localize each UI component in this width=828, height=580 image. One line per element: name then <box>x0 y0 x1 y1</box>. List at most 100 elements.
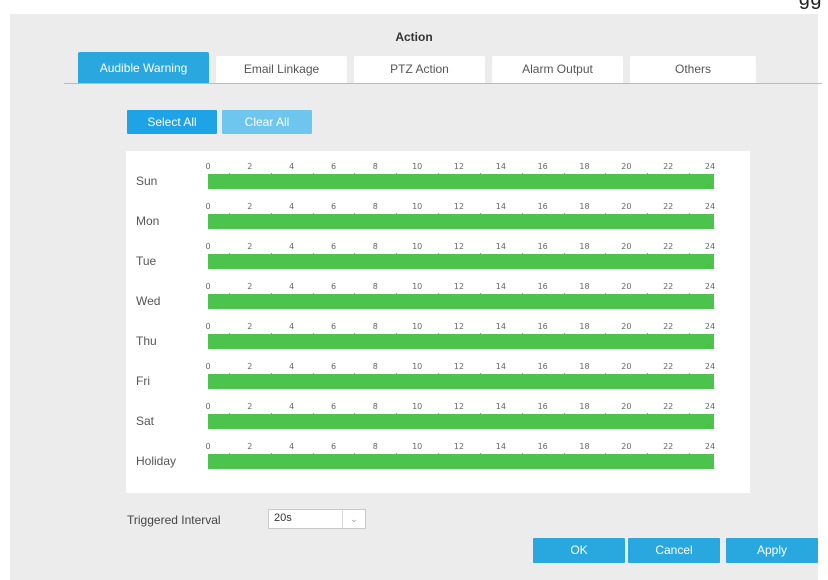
hour-tick-label: 4 <box>289 362 295 371</box>
schedule-bar[interactable] <box>208 454 714 469</box>
hour-tick-label: 18 <box>579 162 590 171</box>
hour-tick-label: 18 <box>579 442 590 451</box>
hour-tick-label: 24 <box>704 242 716 251</box>
cancel-button[interactable]: Cancel <box>628 538 720 563</box>
hour-tick-label: 20 <box>621 162 632 171</box>
schedule-row-sat: Sat 0 2 4 6 8 10 12 14 16 18 20 22 24 <box>126 391 750 431</box>
schedule-bar[interactable] <box>208 254 714 269</box>
schedule-bar[interactable] <box>208 174 714 189</box>
hour-tick-label: 14 <box>495 282 506 291</box>
tab-ptz-action[interactable]: PTZ Action <box>354 56 485 83</box>
hour-tick-label: 24 <box>704 202 716 211</box>
hour-tick-label: 20 <box>621 322 632 331</box>
hour-tick-label: 22 <box>663 442 674 451</box>
hour-tick-label: 4 <box>289 322 295 331</box>
day-label: Holiday <box>136 454 177 468</box>
hour-tick-label: 14 <box>495 162 506 171</box>
hour-tick-label: 2 <box>247 242 253 251</box>
hour-tick-label: 12 <box>453 282 465 291</box>
schedule-bar[interactable] <box>208 294 714 309</box>
day-label: Thu <box>136 334 157 348</box>
day-label: Sat <box>136 414 155 428</box>
hour-tick-label: 4 <box>289 202 295 211</box>
hour-tick-label: 24 <box>704 322 716 331</box>
schedule-row-tue: Tue 0 2 4 6 8 10 12 14 16 18 20 22 24 <box>126 231 750 271</box>
apply-button[interactable]: Apply <box>726 538 818 563</box>
hour-tick-label: 16 <box>537 402 548 411</box>
schedule-bar[interactable] <box>208 214 714 229</box>
hour-tick-label: 12 <box>453 322 465 331</box>
hour-tick-label: 2 <box>247 442 253 451</box>
hour-tick-label: 22 <box>663 162 674 171</box>
hour-tick-label: 20 <box>621 402 632 411</box>
ok-button[interactable]: OK <box>533 538 625 563</box>
hour-tick-label: 24 <box>704 362 716 371</box>
hour-tick-label: 2 <box>247 402 253 411</box>
schedule-bar[interactable] <box>208 334 714 349</box>
chevron-down-icon[interactable]: ⌄ <box>342 510 365 528</box>
hour-tick-label: 6 <box>330 162 337 171</box>
hour-axis: 0 2 4 6 8 10 12 14 16 18 20 22 24 <box>205 202 716 215</box>
schedule-row-wed: Wed 0 2 4 6 8 10 12 14 16 18 20 22 24 <box>126 271 750 311</box>
hour-tick-label: 4 <box>289 242 295 251</box>
day-label: Sun <box>136 174 158 188</box>
hour-tick-label: 10 <box>412 402 423 411</box>
hour-tick-label: 6 <box>330 282 337 291</box>
clipped-heading-text: gg <box>799 0 822 11</box>
day-label: Mon <box>136 214 160 228</box>
hour-tick-label: 16 <box>537 242 548 251</box>
tab-email-linkage[interactable]: Email Linkage <box>216 56 347 83</box>
hour-tick-label: 24 <box>704 162 716 171</box>
hour-tick-label: 0 <box>205 402 211 411</box>
schedule-row-thu: Thu 0 2 4 6 8 10 12 14 16 18 20 22 24 <box>126 311 750 351</box>
hour-tick-label: 0 <box>205 322 211 331</box>
hour-tick-label: 6 <box>330 202 337 211</box>
hour-tick-label: 8 <box>372 322 378 331</box>
hour-axis: 0 2 4 6 8 10 12 14 16 18 20 22 24 <box>205 442 715 455</box>
day-label: Tue <box>136 254 157 268</box>
hour-tick-label: 14 <box>495 362 506 371</box>
tab-divider <box>64 83 822 84</box>
hour-tick-label: 16 <box>537 282 548 291</box>
weekly-schedule-grid: Sun 0 2 4 6 8 10 12 14 16 18 20 22 24 Mon 0 2 4 6 8 10 12 14 16… <box>126 151 750 493</box>
hour-tick-label: 24 <box>704 402 716 411</box>
schedule-row-sun: Sun 0 2 4 6 8 10 12 14 16 18 20 22 24 <box>126 151 750 191</box>
schedule-row-holiday: Holiday 0 2 4 6 8 10 12 14 16 18 20 22 24 <box>126 431 750 471</box>
hour-tick-label: 12 <box>453 402 465 411</box>
schedule-bar[interactable] <box>208 414 714 429</box>
hour-tick-label: 6 <box>330 322 337 331</box>
hour-tick-label: 2 <box>247 362 253 371</box>
hour-tick-label: 10 <box>412 202 423 211</box>
hour-tick-label: 20 <box>621 202 632 211</box>
hour-tick-label: 22 <box>663 242 674 251</box>
triggered-interval-value: 20s <box>274 512 292 524</box>
hour-tick-label: 16 <box>537 202 548 211</box>
hour-tick-label: 8 <box>372 202 378 211</box>
hour-tick-label: 12 <box>453 362 465 371</box>
hour-tick-label: 10 <box>412 282 423 291</box>
hour-tick-label: 24 <box>704 282 716 291</box>
hour-tick-label: 6 <box>330 242 337 251</box>
schedule-bar[interactable] <box>208 374 714 389</box>
hour-tick-label: 8 <box>372 402 378 411</box>
triggered-interval-select[interactable]: 20s ⌄ <box>268 509 366 529</box>
hour-tick-label: 6 <box>330 442 337 451</box>
hour-tick-label: 8 <box>372 362 378 371</box>
hour-tick-label: 10 <box>412 242 423 251</box>
hour-tick-label: 2 <box>247 162 253 171</box>
hour-tick-label: 16 <box>537 362 548 371</box>
hour-tick-label: 14 <box>495 442 506 451</box>
schedule-row-mon: Mon 0 2 4 6 8 10 12 14 16 18 20 22 24 <box>126 191 750 231</box>
hour-axis: 0 2 4 6 8 10 12 14 16 18 20 22 24 <box>205 322 716 335</box>
triggered-interval-label: Triggered Interval <box>127 513 221 527</box>
tab-others[interactable]: Others <box>630 56 756 83</box>
hour-tick-label: 14 <box>495 242 506 251</box>
hour-tick-label: 4 <box>289 282 295 291</box>
clear-all-button[interactable]: Clear All <box>222 110 312 134</box>
tab-alarm-output[interactable]: Alarm Output <box>492 56 623 83</box>
hour-tick-label: 14 <box>495 322 506 331</box>
tab-audible-warning[interactable]: Audible Warning <box>78 52 209 83</box>
select-all-button[interactable]: Select All <box>127 110 217 134</box>
hour-tick-label: 22 <box>663 402 674 411</box>
hour-axis: 0 2 4 6 8 10 12 14 16 18 20 22 24 <box>205 242 716 255</box>
